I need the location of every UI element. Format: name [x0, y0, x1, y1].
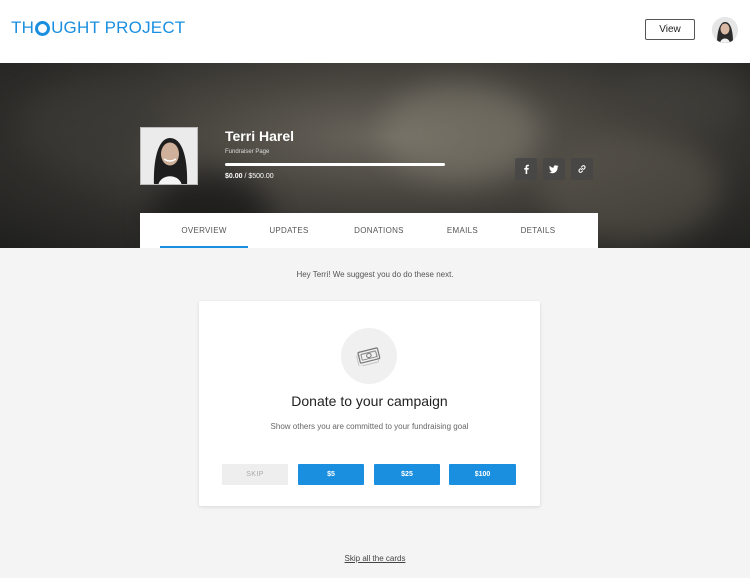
goal-amount: / $500.00 — [242, 173, 274, 180]
fundraising-amount: $0.00 / $500.00 — [225, 173, 274, 180]
skip-all-cards-link[interactable]: Skip all the cards — [345, 554, 406, 563]
card-icon-circle — [341, 328, 397, 384]
skip-button[interactable]: SKIP — [222, 464, 288, 485]
logo-text-suffix: UGHT PROJECT — [51, 18, 186, 37]
cash-icon — [356, 347, 381, 366]
twitter-share-button[interactable] — [543, 158, 565, 180]
page-tabs: OVERVIEW UPDATES DONATIONS EMAILS DETAIL… — [140, 213, 598, 248]
facebook-share-button[interactable] — [515, 158, 537, 180]
tab-emails[interactable]: EMAILS — [425, 213, 500, 248]
portrait-icon — [141, 128, 197, 184]
donate-25-button[interactable]: $25 — [374, 464, 440, 485]
profile-photo — [140, 127, 198, 185]
fundraiser-name: Terri Harel — [225, 128, 294, 144]
donate-card: Donate to your campaign Show others you … — [199, 301, 540, 506]
suggestion-text: Hey Terri! We suggest you do do these ne… — [296, 270, 454, 279]
facebook-icon — [524, 164, 529, 174]
top-bar: TH UGHT PROJECT View — [0, 0, 750, 63]
card-title: Donate to your campaign — [291, 393, 448, 409]
tab-updates[interactable]: UPDATES — [250, 213, 328, 248]
copy-link-button[interactable] — [571, 158, 593, 180]
tab-overview[interactable]: OVERVIEW — [160, 213, 248, 248]
link-icon — [578, 165, 586, 173]
card-description: Show others you are committed to your fu… — [270, 422, 469, 431]
user-avatar[interactable] — [712, 17, 738, 43]
raised-amount: $0.00 — [225, 173, 243, 180]
donate-5-button[interactable]: $5 — [298, 464, 364, 485]
avatar-portrait-icon — [712, 17, 738, 43]
tab-donations[interactable]: DONATIONS — [340, 213, 418, 248]
donate-100-button[interactable]: $100 — [449, 464, 516, 485]
fundraising-progress-bar — [225, 163, 445, 166]
logo-text-prefix: TH — [11, 18, 35, 37]
logo-ring-icon — [35, 20, 51, 36]
logo[interactable]: TH UGHT PROJECT — [11, 18, 185, 38]
skip-all-cards: Skip all the cards — [0, 554, 750, 563]
tab-details[interactable]: DETAILS — [500, 213, 576, 248]
fundraiser-subtitle: Fundraiser Page — [225, 149, 270, 155]
twitter-icon — [549, 165, 559, 174]
view-button[interactable]: View — [645, 19, 695, 40]
